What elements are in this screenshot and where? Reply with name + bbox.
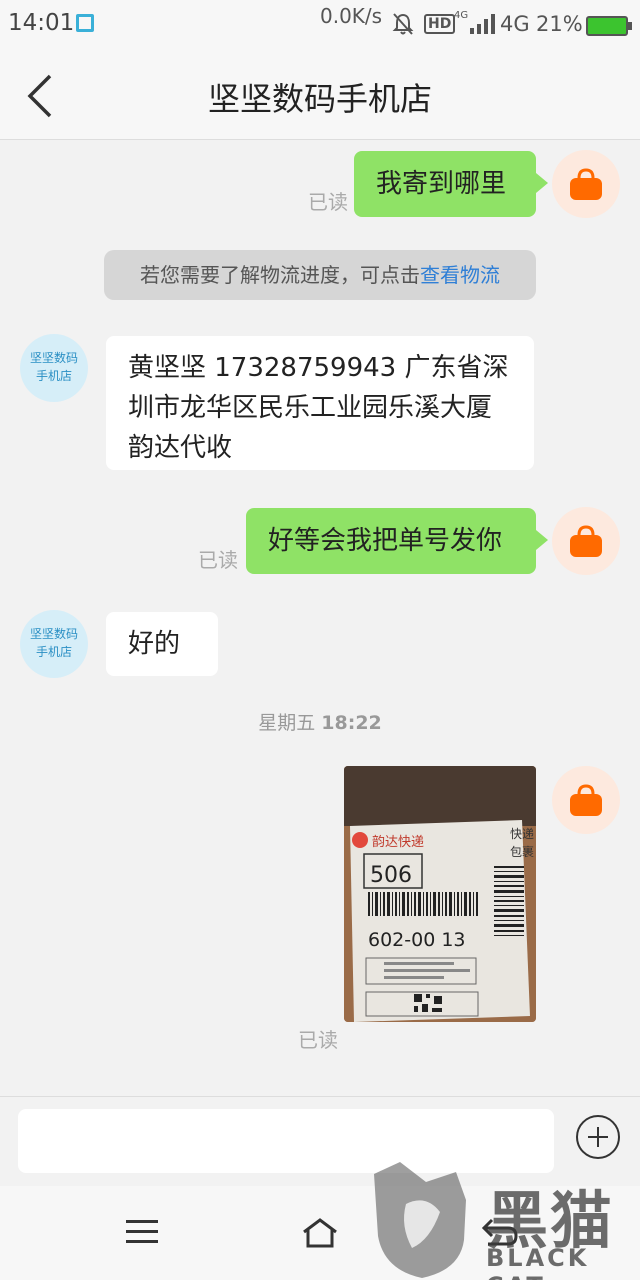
- network-type: 4G: [500, 12, 530, 36]
- my-message[interactable]: 我寄到哪里: [354, 151, 548, 217]
- label-corner: 快递: [510, 827, 534, 841]
- shop-avatar-line2: 手机店: [35, 369, 72, 383]
- my-avatar[interactable]: [552, 150, 620, 218]
- label-code2: 602-00 13: [368, 929, 466, 951]
- shop-avatar[interactable]: 坚坚数码 手机店: [20, 334, 88, 402]
- label-corner2: 包裹: [510, 844, 534, 859]
- shop-message[interactable]: 好的: [106, 612, 218, 676]
- package-photo-drawing: 韵达快递 快递 包裹 506 602-00 13: [344, 766, 536, 1022]
- message-timestamp: 星期五 18:22: [0, 708, 640, 735]
- home-icon[interactable]: [300, 1214, 340, 1250]
- hd-badge: HD: [424, 14, 456, 34]
- shop-avatar-line1: 坚坚数码: [29, 627, 78, 641]
- shop-avatar[interactable]: 坚坚数码 手机店: [20, 610, 88, 678]
- screenshot-icon: [76, 14, 94, 32]
- package-photo[interactable]: 韵达快递 快递 包裹 506 602-00 13: [344, 766, 536, 1022]
- my-message[interactable]: 好等会我把单号发你: [246, 508, 548, 574]
- page-title: 坚坚数码手机店: [207, 80, 432, 118]
- signal-tag: 4G: [454, 10, 469, 21]
- plus-circle-icon[interactable]: [576, 1115, 620, 1159]
- timestamp-day: 星期五: [258, 712, 316, 734]
- side-barcode: [494, 866, 524, 936]
- chat-header: 坚坚数码手机店: [0, 50, 640, 140]
- notice-text: 若您需要了解物流进度，可点击: [140, 263, 420, 287]
- shop-message[interactable]: 黄坚坚 17328759943 广东省深圳市龙华区民乐工业园乐溪大厦韵达代收: [106, 336, 534, 470]
- status-bar: 14:01 0.0K/s HD 4G 4G 21%: [0, 0, 640, 50]
- shopping-bag-icon: [570, 784, 602, 816]
- mute-bell-icon: [392, 13, 414, 35]
- read-receipt: 已读: [308, 190, 348, 214]
- battery-icon: [586, 16, 632, 36]
- signal-icon: [470, 14, 495, 34]
- menu-icon[interactable]: [122, 1214, 162, 1250]
- shopping-bag-icon: [570, 168, 602, 200]
- battery-percent: 21%: [536, 12, 583, 36]
- shopping-bag-icon: [570, 525, 602, 557]
- read-receipt: 已读: [298, 1028, 338, 1052]
- status-time: 14:01: [8, 10, 75, 36]
- shop-avatar-line2: 手机店: [35, 645, 72, 659]
- my-avatar[interactable]: [552, 507, 620, 575]
- watermark-sub: BLACK CAT: [486, 1244, 590, 1280]
- barcode: [368, 892, 478, 916]
- label-brand: 韵达快递: [372, 835, 424, 850]
- shop-avatar-line1: 坚坚数码: [29, 351, 78, 365]
- logistics-notice: 若您需要了解物流进度，可点击查看物流: [104, 250, 536, 300]
- view-logistics-link[interactable]: 查看物流: [420, 263, 500, 287]
- label-code1: 506: [370, 863, 412, 888]
- timestamp-time: 18:22: [321, 712, 382, 734]
- my-avatar[interactable]: [552, 766, 620, 834]
- net-speed: 0.0K/s: [320, 4, 383, 28]
- read-receipt: 已读: [198, 548, 238, 572]
